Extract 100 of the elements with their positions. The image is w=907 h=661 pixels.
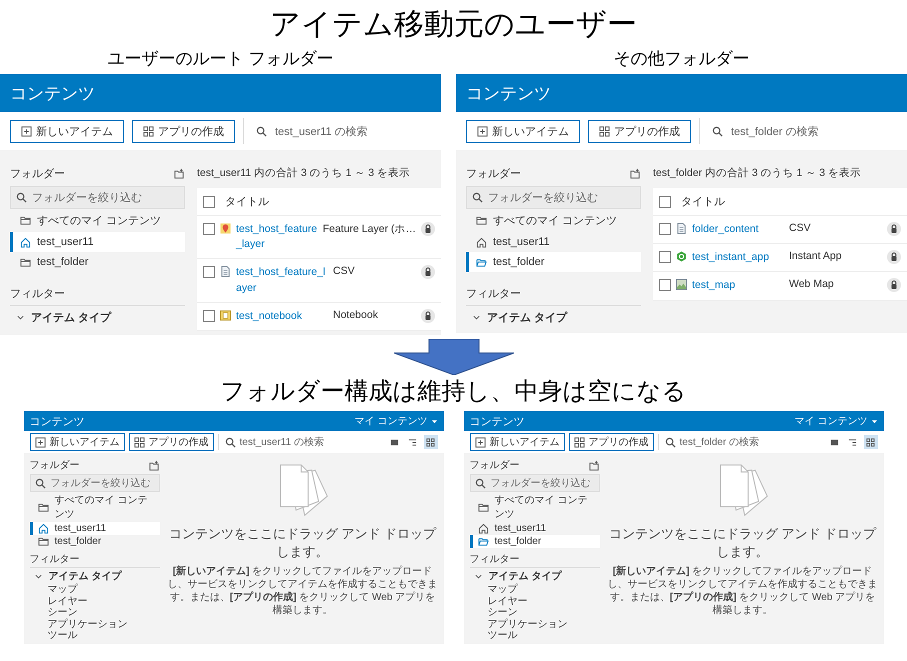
item-type-option[interactable]: シーン xyxy=(470,607,600,619)
checkbox[interactable] xyxy=(659,251,671,264)
folder-item[interactable]: test_user11 xyxy=(466,232,641,252)
item-type-toggle[interactable]: アイテム タイプ xyxy=(30,568,160,584)
grid-icon xyxy=(134,436,144,448)
item-type-option[interactable]: マップ xyxy=(30,584,160,596)
slide-title: アイテム移動元のユーザー xyxy=(270,7,637,43)
folder-item[interactable]: test_folder xyxy=(30,535,160,548)
search-field[interactable]: test_folder の検索 xyxy=(699,118,897,144)
toolbar-button[interactable]: 新しいアイテム xyxy=(470,433,564,452)
content-menu[interactable]: マイ コンテンツ xyxy=(354,414,438,428)
toolbar-button[interactable]: 新しいアイテム xyxy=(30,433,124,452)
checkbox[interactable] xyxy=(203,266,215,278)
folder-filter-field[interactable]: フォルダーを絞り込む xyxy=(10,186,185,209)
new-folder-icon[interactable] xyxy=(174,168,185,179)
document-icon xyxy=(676,223,687,234)
item-type-cell-text: Web Map xyxy=(789,278,835,290)
item-type-option[interactable]: ツール xyxy=(30,630,160,642)
view-toggle[interactable] xyxy=(864,435,878,450)
item-type-toggle[interactable]: アイテム タイプ xyxy=(10,306,185,329)
item-type-option[interactable]: アプリケーション xyxy=(30,618,160,630)
column-header[interactable]: タイトル xyxy=(681,194,725,209)
folder-filter-field[interactable]: フォルダーを絞り込む xyxy=(30,474,160,492)
empty-state-text: [新しいアイテム] をクリックしてファイルをアップロードし、サービスをリンクしてアイテムを作成することもできます。または、[アプリの作成] をクリックして Web アプリを構築します。 xyxy=(168,565,438,618)
checkbox[interactable] xyxy=(203,223,215,235)
notebook-icon xyxy=(220,310,231,321)
map-icon xyxy=(676,279,687,290)
list-icon xyxy=(408,438,417,447)
table-icon xyxy=(390,438,399,447)
toolbar-button[interactable]: 新しいアイテム xyxy=(466,120,580,142)
toolbar-button[interactable]: アプリの作成 xyxy=(568,433,654,452)
checkbox[interactable] xyxy=(203,310,215,322)
folders-heading: フォルダー xyxy=(466,167,521,181)
new-folder-icon[interactable] xyxy=(630,168,641,179)
empty-state-heading: コンテンツをここにドラッグ アンド ドロップします。 xyxy=(168,525,438,562)
item-type-option[interactable]: ツール xyxy=(470,630,600,642)
search-field[interactable]: test_user11 の検索 xyxy=(218,434,384,450)
folder-filter-field[interactable]: フォルダーを絞り込む xyxy=(470,474,600,492)
item-type-cell-text: Instant App xyxy=(789,250,843,262)
folder-icon xyxy=(478,502,488,513)
item-type-option[interactable]: マップ xyxy=(470,584,600,596)
checkbox[interactable] xyxy=(203,196,215,208)
open-folder-icon xyxy=(478,536,488,548)
grid-icon xyxy=(143,126,154,136)
filters-heading: フィルター xyxy=(30,552,160,568)
panel-caption: ユーザーのルート フォルダー xyxy=(106,48,334,70)
checkbox[interactable] xyxy=(659,223,671,235)
item-type-cell-text: Notebook xyxy=(333,308,379,321)
folder-icon xyxy=(38,536,48,548)
toolbar-button[interactable]: 新しいアイテム xyxy=(10,120,124,142)
folder-item[interactable]: test_user11 xyxy=(30,522,160,536)
panel-caption: その他フォルダー xyxy=(612,48,750,70)
item-title-link[interactable]: test_host_feature_layer xyxy=(236,222,318,252)
item-type-option[interactable]: レイヤー xyxy=(30,596,160,608)
item-type-cell-text: CSV xyxy=(789,222,812,234)
item-title-link[interactable]: test_instant_app xyxy=(692,250,784,266)
page-title: コンテンツ xyxy=(470,414,524,429)
item-title-link[interactable]: test_host_feature_layer xyxy=(236,265,328,296)
folder-item[interactable]: test_user11 xyxy=(470,522,600,536)
plus-square-icon xyxy=(477,126,488,136)
item-title-link[interactable]: folder_content xyxy=(692,222,784,238)
folder-filter-field[interactable]: フォルダーを絞り込む xyxy=(466,186,641,209)
item-type-option[interactable]: アプリケーション xyxy=(470,618,600,630)
open-folder-icon xyxy=(476,256,487,268)
folder-item[interactable]: test_folder xyxy=(466,252,641,272)
plus-square-icon xyxy=(474,436,486,448)
item-type-option[interactable]: レイヤー xyxy=(470,596,600,608)
item-type-option[interactable]: シーン xyxy=(30,607,160,619)
grid-icon xyxy=(574,436,584,448)
item-type-toggle[interactable]: アイテム タイプ xyxy=(470,568,600,584)
toolbar-button[interactable]: アプリの作成 xyxy=(132,120,235,142)
home-icon xyxy=(38,523,48,534)
toolbar-button[interactable]: アプリの作成 xyxy=(128,433,214,452)
new-folder-icon[interactable] xyxy=(588,460,600,471)
search-icon xyxy=(472,192,483,203)
page-title: コンテンツ xyxy=(466,82,551,104)
results-summary: test_folder 内の合計 3 のうち 1 ～ 3 を表示 xyxy=(653,166,862,180)
folder-item[interactable]: すべてのマイ コンテンツ xyxy=(466,209,641,232)
checkbox[interactable] xyxy=(659,279,671,292)
folder-item[interactable]: test_folder xyxy=(470,535,600,548)
content-menu[interactable]: マイ コンテンツ xyxy=(794,414,878,428)
folder-item[interactable]: test_folder xyxy=(10,252,185,272)
toolbar-button[interactable]: アプリの作成 xyxy=(588,120,691,142)
item-title-link[interactable]: test_notebook xyxy=(236,308,328,324)
folder-item[interactable]: すべてのマイ コンテンツ xyxy=(10,209,185,232)
folders-heading: フォルダー xyxy=(470,459,520,472)
lock-icon xyxy=(887,250,901,264)
item-title-link[interactable]: test_map xyxy=(692,278,784,294)
view-toggle[interactable] xyxy=(424,435,438,450)
lock-icon xyxy=(421,308,435,323)
item-type-toggle[interactable]: アイテム タイプ xyxy=(466,306,641,329)
checkbox[interactable] xyxy=(659,196,671,208)
new-folder-icon[interactable] xyxy=(148,460,160,471)
slide-subtitle: フォルダー構成は維持し、中身は空になる xyxy=(220,377,686,408)
search-field[interactable]: test_user11 の検索 xyxy=(243,118,431,144)
column-header[interactable]: タイトル xyxy=(225,194,269,209)
search-field[interactable]: test_folder の検索 xyxy=(658,434,824,450)
search-icon xyxy=(664,436,676,448)
folder-item[interactable]: test_user11 xyxy=(10,232,185,252)
empty-state-text: [新しいアイテム] をクリックしてファイルをアップロードし、サービスをリンクしてアイテムを作成することもできます。または、[アプリの作成] をクリックして Web アプリを構築します。 xyxy=(608,565,878,618)
